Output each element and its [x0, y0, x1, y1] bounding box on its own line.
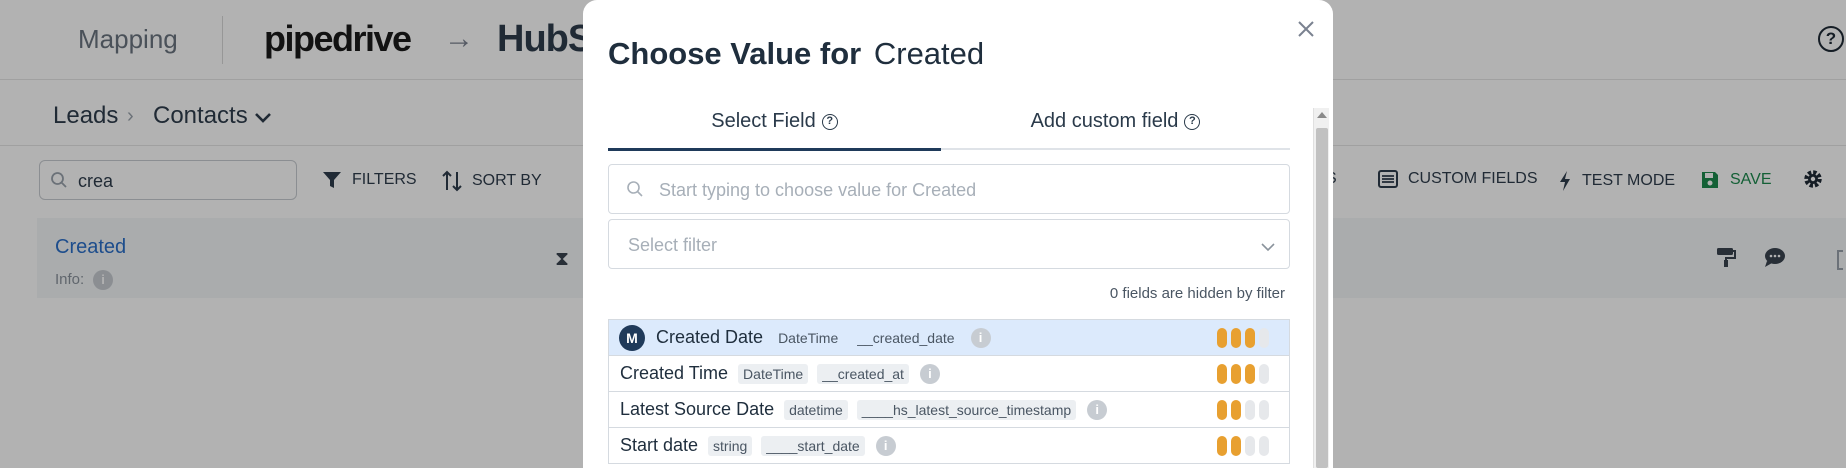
match-score	[1217, 364, 1269, 384]
search-icon	[626, 180, 644, 203]
score-bar	[1217, 400, 1227, 420]
item-name: Latest Source Date	[620, 399, 775, 419]
help-icon[interactable]: ?	[1184, 114, 1201, 130]
score-bar	[1231, 400, 1241, 420]
item-type: string	[708, 435, 753, 456]
score-bar	[1259, 400, 1269, 420]
tab-select-field[interactable]: Select Field ?	[608, 110, 941, 151]
tab-label: Select Field	[711, 110, 816, 132]
list-item[interactable]: Created Time DateTime __created_at i	[608, 356, 1290, 392]
list-item[interactable]: Latest Source Date datetime ____hs_lates…	[608, 392, 1290, 428]
item-key: ____hs_latest_source_timestamp	[856, 399, 1077, 420]
score-bar	[1217, 328, 1227, 348]
item-name: Created Date	[656, 327, 764, 347]
filter-placeholder: Select filter	[628, 235, 718, 255]
score-bar	[1245, 328, 1255, 348]
info-icon[interactable]: i	[970, 327, 991, 348]
modal-scrollbar[interactable]	[1313, 108, 1329, 468]
score-bar	[1259, 436, 1269, 456]
modal-title-prefix: Choose Value for	[608, 36, 862, 71]
info-icon[interactable]: i	[875, 435, 896, 456]
item-key: __created_at	[817, 363, 909, 384]
mapped-badge: M	[619, 324, 645, 351]
item-key: __created_date	[857, 329, 955, 346]
score-bar	[1259, 364, 1269, 384]
item-key: ____start_date	[761, 435, 865, 456]
score-bar	[1217, 364, 1227, 384]
match-score	[1217, 400, 1269, 420]
chevron-down-icon	[1260, 239, 1276, 257]
item-type: datetime	[784, 399, 848, 420]
score-bar	[1231, 364, 1241, 384]
value-search-input[interactable]: Start typing to choose value for Created	[608, 164, 1290, 214]
info-icon[interactable]: i	[919, 363, 940, 384]
choose-value-modal: Choose Value for Created Select Field ? …	[583, 0, 1333, 468]
tab-label: Add custom field	[1030, 110, 1179, 132]
modal-title-field: Created	[873, 36, 985, 71]
help-icon[interactable]: ?	[821, 114, 838, 130]
item-name: Start date	[620, 435, 699, 455]
modal-title: Choose Value for Created	[608, 36, 984, 72]
filter-select[interactable]: Select filter	[608, 219, 1290, 269]
tab-add-custom-field[interactable]: Add custom field ?	[941, 110, 1290, 150]
hidden-fields-note: 0 fields are hidden by filter	[1109, 285, 1285, 302]
score-bar	[1245, 400, 1255, 420]
item-name: Created Time	[620, 363, 729, 383]
close-icon[interactable]	[1295, 18, 1317, 40]
search-placeholder: Start typing to choose value for Created	[659, 180, 977, 200]
match-score	[1217, 328, 1269, 348]
list-item[interactable]: Start date string ____start_date i	[608, 428, 1290, 464]
score-bar	[1217, 436, 1227, 456]
scroll-up-arrow-icon[interactable]	[1317, 112, 1327, 118]
modal-tabs: Select Field ? Add custom field ?	[608, 110, 1290, 151]
score-bar	[1245, 364, 1255, 384]
item-type: DateTime	[778, 329, 839, 346]
score-bar	[1259, 328, 1269, 348]
list-item[interactable]: M Created Date DateTime __created_date i	[608, 320, 1290, 356]
score-bar	[1231, 436, 1241, 456]
score-bar	[1231, 328, 1241, 348]
scrollbar-thumb[interactable]	[1316, 128, 1328, 468]
field-list: M Created Date DateTime __created_date i…	[608, 319, 1290, 464]
info-icon[interactable]: i	[1087, 399, 1108, 420]
score-bar	[1245, 436, 1255, 456]
item-type: DateTime	[738, 363, 809, 384]
match-score	[1217, 436, 1269, 456]
